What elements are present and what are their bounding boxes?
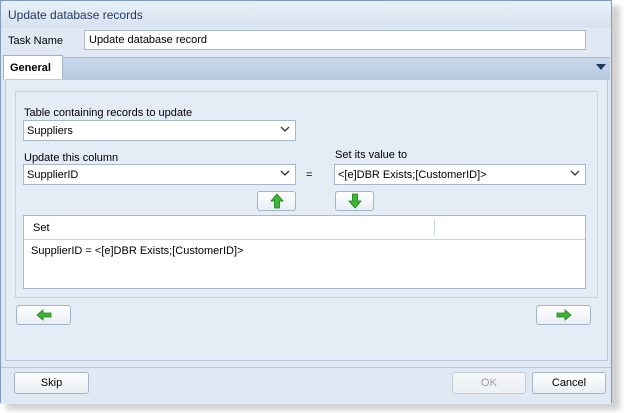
cancel-button[interactable]: Cancel [532, 372, 606, 394]
column-divider[interactable] [434, 219, 435, 236]
back-button[interactable] [16, 305, 71, 325]
value-label: Set its value to [335, 149, 408, 161]
value-select-value: <[e]DBR Exists;[CustomerID]> [338, 169, 487, 181]
skip-button-label: Skip [40, 377, 63, 389]
move-up-button[interactable] [257, 191, 296, 211]
dialog-window: Update database records Task Name Update… [0, 0, 612, 404]
green-arrow-right-icon [556, 309, 572, 321]
green-arrow-left-icon [35, 309, 51, 321]
equals-sign: = [306, 169, 313, 181]
chevron-down-icon [280, 170, 290, 176]
set-grid[interactable]: Set SupplierID = <[e]DBR Exists;[Custome… [23, 215, 586, 289]
task-name-input[interactable]: Update database record [84, 30, 586, 50]
tab-strip [3, 57, 610, 80]
cancel-button-label: Cancel [551, 377, 587, 389]
move-down-button[interactable] [335, 191, 374, 211]
table-select[interactable]: Suppliers [23, 120, 296, 141]
ok-button[interactable]: OK [452, 372, 526, 394]
task-name-label: Task Name [8, 35, 64, 47]
table-select-value: Suppliers [27, 125, 73, 137]
green-arrow-up-icon [269, 193, 284, 209]
column-label: Update this column [24, 152, 119, 164]
skip-button[interactable]: Skip [14, 372, 89, 394]
tab-general[interactable]: General [3, 55, 63, 80]
value-select[interactable]: <[e]DBR Exists;[CustomerID]> [334, 164, 586, 185]
chevron-down-icon [570, 170, 580, 176]
tab-dropdown-icon[interactable] [596, 64, 606, 70]
window-title: Update database records [8, 8, 143, 22]
chevron-down-icon [280, 126, 290, 132]
next-button[interactable] [536, 305, 591, 325]
green-arrow-down-icon [347, 193, 362, 209]
ok-button-label: OK [481, 377, 497, 389]
title-bar: Update database records [1, 1, 611, 28]
column-select[interactable]: SupplierID [23, 164, 296, 185]
table-label: Table containing records to update [24, 107, 193, 119]
set-column-header[interactable]: Set [33, 222, 50, 234]
column-select-value: SupplierID [27, 169, 79, 181]
set-grid-header: Set [24, 216, 585, 240]
table-row[interactable]: SupplierID = <[e]DBR Exists;[CustomerID]… [31, 245, 243, 257]
